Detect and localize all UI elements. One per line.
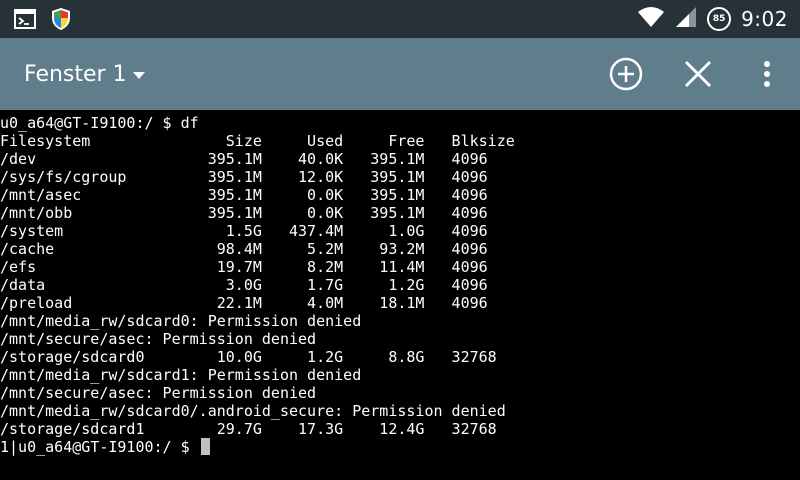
terminal-line: /dev 395.1M 40.0K 395.1M 4096: [0, 150, 488, 168]
battery-icon: 85: [707, 7, 732, 31]
add-window-button[interactable]: [590, 38, 662, 110]
shield-icon[interactable]: [50, 7, 72, 35]
dropdown-caret-icon: [132, 71, 145, 79]
close-window-button[interactable]: [662, 38, 734, 110]
terminal-line: /mnt/secure/asec: Permission denied: [0, 384, 317, 402]
window-title: Fenster 1: [24, 61, 127, 87]
terminal-line: /storage/sdcard1 29.7G 17.3G 12.4G 32768: [0, 420, 497, 438]
terminal-line: /mnt/obb 395.1M 0.0K 395.1M 4096: [0, 204, 488, 222]
close-window-icon: [685, 61, 711, 87]
window-selector[interactable]: Fenster 1: [24, 38, 145, 110]
terminal-prompt-line[interactable]: 1|u0_a64@GT-I9100:/ $: [0, 438, 800, 456]
app-bar: Fenster 1: [0, 38, 800, 110]
terminal-line: /preload 22.1M 4.0M 18.1M 4096: [0, 294, 488, 312]
terminal-line: Filesystem Size Used Free Blksize: [0, 132, 515, 150]
terminal-line: /cache 98.4M 5.2M 93.2M 4096: [0, 240, 488, 258]
terminal-line: u0_a64@GT-I9100:/ $ df: [0, 114, 199, 132]
terminal-line: /mnt/media_rw/sdcard0/.android_secure: P…: [0, 402, 506, 420]
terminal-line: /sys/fs/cgroup 395.1M 12.0K 395.1M 4096: [0, 168, 488, 186]
overflow-menu-icon: [764, 61, 770, 87]
terminal-line: /efs 19.7M 8.2M 11.4M 4096: [0, 258, 488, 276]
status-bar: 85 9:02: [0, 0, 800, 38]
clock: 9:02: [741, 7, 788, 31]
overflow-menu-button[interactable]: [734, 38, 800, 110]
terminal-line: /storage/sdcard0 10.0G 1.2G 8.8G 32768: [0, 348, 497, 366]
terminal-line: /mnt/asec 395.1M 0.0K 395.1M 4096: [0, 186, 488, 204]
battery-level: 85: [712, 14, 726, 24]
terminal-line: /mnt/media_rw/sdcard0: Permission denied: [0, 312, 362, 330]
terminal-line: /data 3.0G 1.7G 1.2G 4096: [0, 276, 488, 294]
add-window-icon: [609, 57, 643, 91]
terminal-notification-icon[interactable]: [14, 8, 36, 34]
wifi-icon: [637, 6, 665, 32]
terminal-prompt: 1|u0_a64@GT-I9100:/ $: [0, 438, 199, 456]
terminal-line: /mnt/secure/asec: Permission denied: [0, 330, 317, 348]
terminal-line: /system 1.5G 437.4M 1.0G 4096: [0, 222, 488, 240]
signal-icon: [675, 6, 697, 32]
terminal-line: /mnt/media_rw/sdcard1: Permission denied: [0, 366, 362, 384]
terminal-view[interactable]: u0_a64@GT-I9100:/ $ df Filesystem Size U…: [0, 110, 800, 480]
text-cursor: [200, 438, 210, 455]
